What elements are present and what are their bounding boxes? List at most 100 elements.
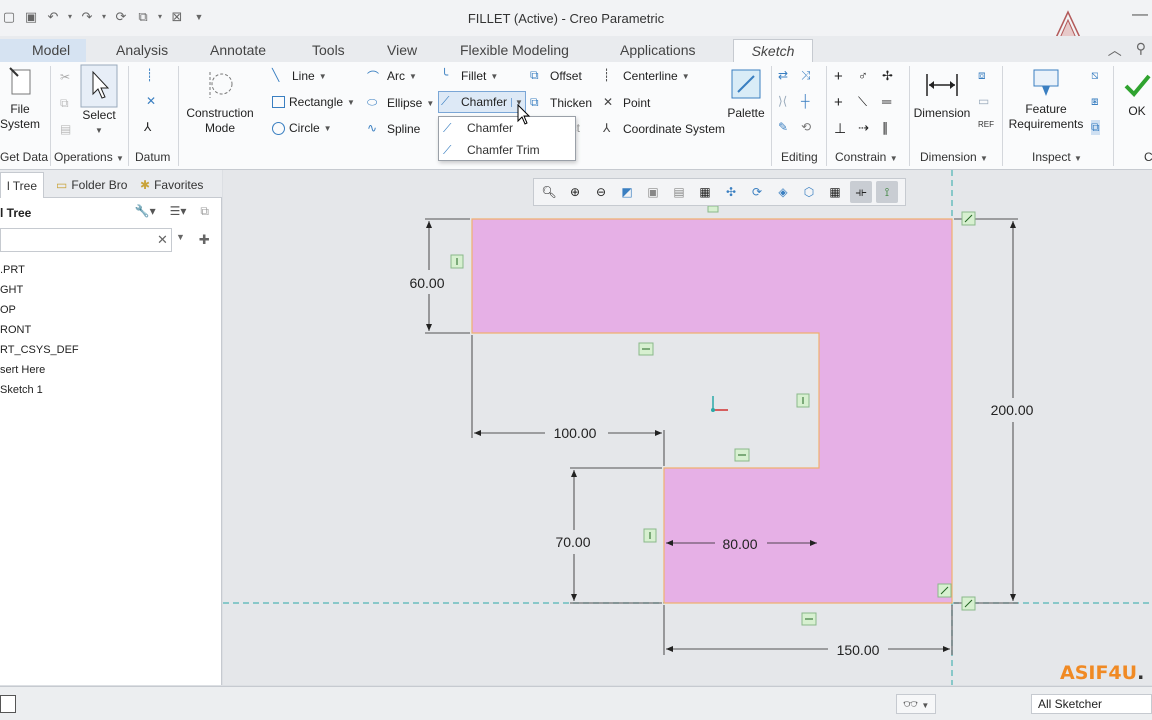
feature-requirements-button[interactable]: Feature Requirements [1006,68,1086,132]
palette-button[interactable]: Palette [724,68,768,121]
file-system-button[interactable]: File System [0,66,40,132]
tab-flexible-modeling[interactable]: Flexible Modeling [450,39,579,62]
show-navigator-icon[interactable] [0,695,16,713]
arc-button[interactable]: ⌒ Arc ▼ [367,68,417,84]
thicken-button[interactable]: ⧉ Thicken [530,95,592,111]
coordinate-system-button[interactable]: ⅄ Coordinate System [603,121,725,137]
reference-icon[interactable]: REF [978,120,994,129]
overlapping-geometry-icon[interactable]: ⧆ [1091,94,1099,109]
tree-settings-icon[interactable]: 🔧▾ [135,204,156,219]
rectangle-button[interactable]: Rectangle ▼ [272,95,355,109]
constrain-tangent-icon[interactable]: ♂ [858,68,868,83]
delete-segment-icon[interactable]: ✎ [778,120,788,134]
select-button[interactable]: Select ▼ [78,64,120,138]
graphics-canvas[interactable] [223,170,1152,685]
tab-analysis[interactable]: Analysis [106,39,178,62]
add-filter-icon[interactable]: ✚ [199,232,210,248]
clear-search-icon[interactable]: ✕ [157,232,168,248]
group-inspect[interactable]: Inspect ▼ [1032,150,1082,164]
mirror-icon[interactable]: ⤨ [801,68,811,83]
constrain-horizontal-icon[interactable]: + [834,94,843,111]
view-manager-icon[interactable]: ▦ [694,181,716,203]
centerline-button[interactable]: ┊ Centerline ▼ [603,68,690,84]
tab-annotate[interactable]: Annotate [200,39,276,62]
constrain-midpoint-icon[interactable]: ✢ [882,68,893,84]
shade-closed-loops-icon[interactable]: ⧉ [1091,120,1100,135]
tree-show-icon[interactable]: ☰▾ [170,204,187,219]
tree-filter-icon[interactable]: ⧉ [200,204,209,219]
tab-model[interactable]: Model [0,39,86,62]
chamfer-button[interactable]: ⟋ Chamfer ▼ [438,91,526,113]
tab-tools[interactable]: Tools [302,39,355,62]
ok-button[interactable]: OK [1120,70,1152,119]
datum-csys-icon[interactable]: ⅄ [144,120,151,134]
zoom-out-icon[interactable]: ⊖ [590,181,612,203]
line-button[interactable]: ╲ Line ▼ [272,68,327,84]
minimize-icon[interactable]: — [1132,6,1148,24]
datum-display-icon[interactable]: ✣ [720,181,742,203]
dimension-button[interactable]: Dimension [912,68,972,121]
highlight-open-ends-icon[interactable]: ⧅ [1091,68,1099,83]
list-item[interactable]: RONT [0,320,79,340]
constrain-perpendicular-icon[interactable]: ⊥ [834,120,846,137]
tab-applications[interactable]: Applications [610,39,706,62]
select-dropdown-icon[interactable]: ▼ [78,123,120,138]
constrain-coincident-icon[interactable]: ⟍ [858,94,867,110]
construction-mode-button[interactable]: Construction Mode [184,68,256,136]
offset-button[interactable]: ⧉ Offset [530,68,582,84]
search-dropdown-icon[interactable]: ▼ [176,232,185,248]
sketcher-display-icon[interactable]: ▦ [824,181,846,203]
baseline-icon[interactable]: ⧈ [978,68,986,83]
search-icon[interactable]: ⚲ [1136,40,1146,60]
constrain-vertical-icon[interactable]: + [834,68,843,85]
group-operations[interactable]: Operations ▼ [54,150,124,164]
display-style-icon[interactable]: ▣ [642,181,664,203]
list-item[interactable]: .PRT [0,260,79,280]
zoom-in-icon[interactable]: ⊕ [564,181,586,203]
spin-center-icon[interactable]: ◈ [772,181,794,203]
collapse-ribbon-icon[interactable]: ︿ [1108,40,1122,60]
fillet-button[interactable]: ╰ Fillet ▼ [441,68,498,84]
list-item[interactable]: Sketch 1 [0,380,79,400]
selection-filter[interactable]: All Sketcher [1031,694,1152,714]
tree-search-input[interactable] [0,228,172,252]
tab-folder-browser[interactable]: ▭ Folder Bro [50,172,133,198]
cut-icon[interactable]: ✂ [60,70,70,84]
copy-icon[interactable]: ⧉ [60,96,69,111]
constrain-symmetric-icon[interactable]: ⇢ [858,120,869,136]
paste-icon[interactable]: ▤ [60,122,71,136]
sketch-view-icon[interactable]: ⬡ [798,181,820,203]
circle-button[interactable]: Circle ▼ [272,121,332,135]
spline-button[interactable]: ∿ Spline [367,121,420,137]
tab-favorites[interactable]: ✱ Favorites [134,172,209,198]
repaint-icon[interactable]: ◩ [616,181,638,203]
datum-point-icon[interactable]: ✕ [146,94,156,108]
list-item[interactable]: GHT [0,280,79,300]
list-item[interactable]: OP [0,300,79,320]
perimeter-icon[interactable]: ▭ [978,94,989,108]
find-button[interactable]: 👓︎ ▼ [896,694,936,714]
constraint-display-icon[interactable]: ⟟ [876,181,898,203]
list-item[interactable]: RT_CSYS_DEF [0,340,79,360]
menu-item-chamfer[interactable]: ⟋ Chamfer [443,118,513,138]
point-button[interactable]: ✕ Point [603,95,650,111]
tab-view[interactable]: View [377,39,427,62]
tab-model-tree[interactable]: l Tree [0,172,45,198]
tab-sketch[interactable]: Sketch [733,39,813,62]
annotation-display-icon[interactable]: ⟳ [746,181,768,203]
constrain-equal-icon[interactable]: ═ [882,94,891,109]
group-dimension[interactable]: Dimension ▼ [920,150,988,164]
menu-item-chamfer-trim[interactable]: ⟋ Chamfer Trim [443,140,540,160]
list-item[interactable]: sert Here [0,360,79,380]
rotate-resize-icon[interactable]: ⟲ [801,120,811,134]
corner-icon[interactable]: ┼ [801,94,810,108]
group-constrain[interactable]: Constrain ▼ [835,150,898,164]
datum-centerline-icon[interactable]: ┊ [146,68,153,82]
constrain-parallel-icon[interactable]: ∥ [882,120,889,136]
ellipse-button[interactable]: ⬭ Ellipse ▼ [367,95,434,111]
divide-icon[interactable]: ⟩⟨ [778,94,787,108]
modify-icon[interactable]: ⇄ [778,68,788,82]
dimension-display-icon[interactable]: ⟛ [850,181,872,203]
saved-orientations-icon[interactable]: ▤ [668,181,690,203]
refit-icon[interactable]: 🔍︎ [538,181,560,203]
